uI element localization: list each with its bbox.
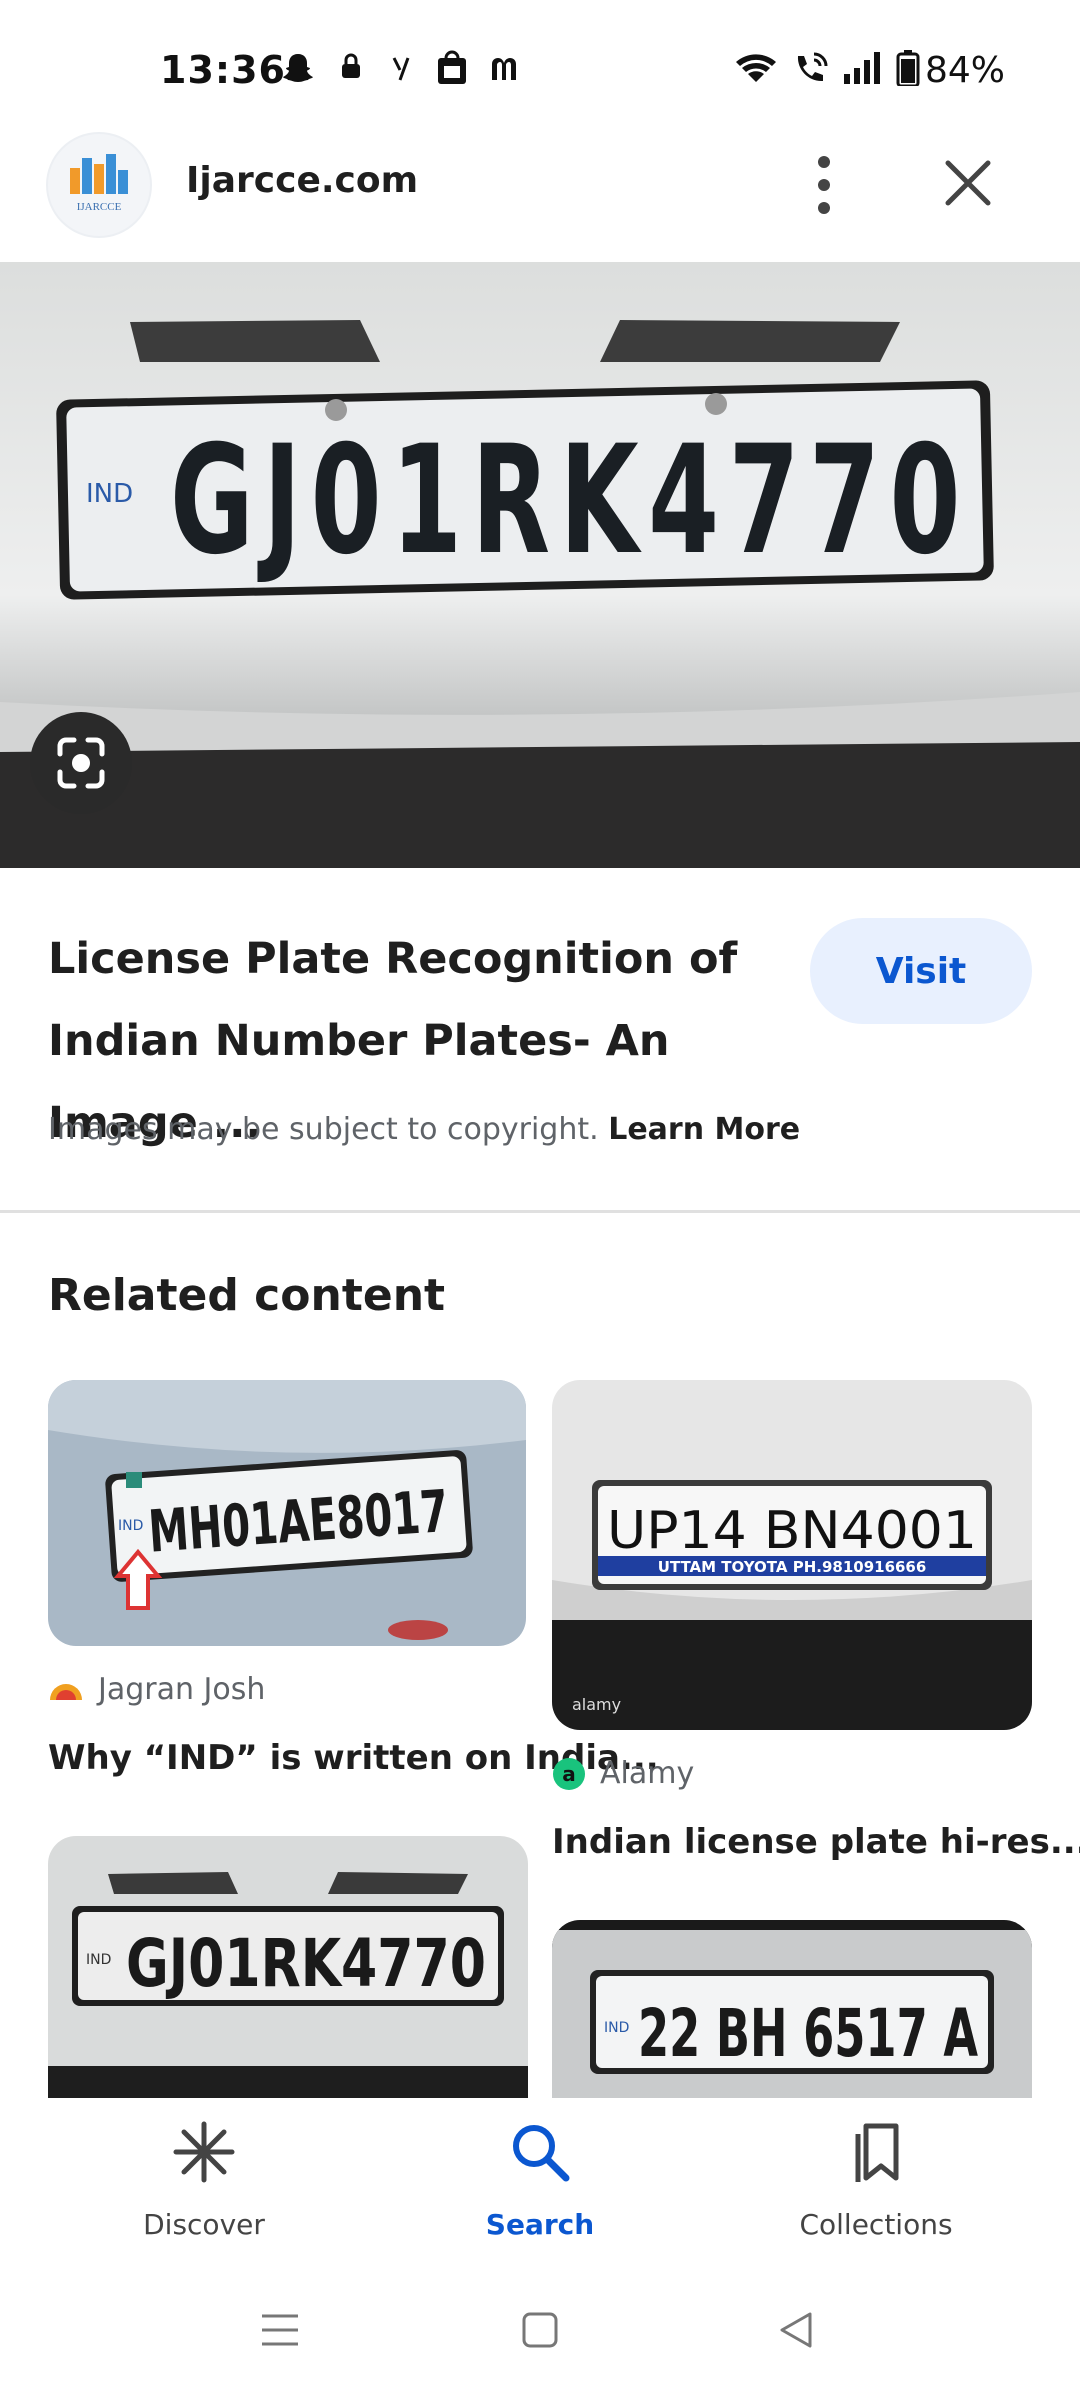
site-name[interactable]: Ijarcce.com [186,160,418,201]
copyright-text: Images may be subject to copyright. [48,1112,599,1147]
jagran-josh-icon [50,1683,82,1700]
bookmarks-icon [855,2123,899,2182]
section-divider [0,1210,1080,1213]
battery-percentage: 84% [925,50,1006,91]
ijarcce-logo-icon: IJARCCE [70,154,128,213]
app-notification-icon [392,57,410,81]
site-logo[interactable]: IJARCCE [48,134,150,236]
more-options-icon[interactable] [804,150,844,220]
nav-search-label[interactable]: Search [420,2208,660,2241]
related-image-3: IND GJ01RK4770 [48,1836,528,2098]
lens-icon [57,737,105,789]
card4-plate-country: IND [604,2020,629,2036]
card2-source[interactable]: a Alamy [552,1756,694,1791]
card2-caption[interactable]: Indian license plate hi-res... [552,1822,1080,1862]
card1-source[interactable]: Jagran Josh [48,1672,265,1707]
status-bar: 13:36 84% [0,0,1080,130]
svg-text:a: a [562,1762,576,1786]
recent-apps-icon[interactable] [260,2310,300,2350]
related-thumbnail-1[interactable]: IND MH01AE8017 [48,1380,526,1646]
logo-text: IJARCCE [77,201,122,213]
nav-search[interactable] [420,2120,660,2188]
nav-discover[interactable] [84,2120,324,2188]
close-icon[interactable] [940,155,996,211]
copyright-notice: Images may be subject to copyright. Lear… [48,1112,800,1147]
card2-plate-subtext: UTTAM TOYOTA PH.9810916666 [658,1558,927,1576]
card3-plate-country: IND [86,1952,111,1968]
lock-notification-icon [342,53,360,78]
license-plate-photo: IND GJ01RK4770 [0,262,1080,868]
card1-source-name: Jagran Josh [98,1672,266,1707]
wifi-icon [736,54,776,82]
alamy-icon: a [553,1757,585,1790]
visit-button[interactable]: Visit [810,918,1032,1024]
learn-more-link[interactable]: Learn More [608,1112,800,1147]
nav-discover-label[interactable]: Discover [84,2208,324,2241]
card4-plate-text: 22 BH 6517 A [638,1995,978,2072]
hero-image[interactable]: IND GJ01RK4770 [0,262,1080,868]
nav-collections-label[interactable]: Collections [756,2208,996,2241]
related-thumbnail-4[interactable]: IND 22 BH 6517 A [552,1920,1032,2098]
m-app-icon [492,58,516,80]
hero-plate-text: GJ01RK4770 [170,414,970,588]
google-lens-button[interactable] [30,712,132,814]
back-icon[interactable] [776,2310,816,2350]
card1-plate-country: IND [118,1518,143,1534]
home-icon[interactable] [520,2310,560,2350]
wifi-calling-icon [797,52,828,82]
search-icon [513,2125,570,2182]
snapchat-icon [283,54,313,82]
asterisk-icon [173,2121,235,2183]
card2-watermark: alamy [572,1695,621,1714]
card3-plate-text: GJ01RK4770 [126,1925,486,2002]
nav-collections[interactable] [756,2120,996,2188]
related-thumbnail-2[interactable]: UP14 BN4001 UTTAM TOYOTA PH.9810916666 a… [552,1380,1032,1730]
related-content-heading: Related content [48,1270,446,1321]
related-thumbnail-3[interactable]: IND GJ01RK4770 [48,1836,528,2098]
battery-icon [896,50,920,86]
signal-icon [844,52,880,84]
card2-plate-text: UP14 BN4001 [607,1501,977,1561]
related-image-1: IND MH01AE8017 [48,1380,526,1646]
status-time: 13:36 [160,48,286,92]
hero-plate-country: IND [86,479,133,509]
shopping-bag-icon [438,50,466,84]
related-image-4: IND 22 BH 6517 A [552,1920,1032,2098]
related-image-2: UP14 BN4001 UTTAM TOYOTA PH.9810916666 a… [552,1380,1032,1730]
card2-source-name: Alamy [600,1756,695,1791]
